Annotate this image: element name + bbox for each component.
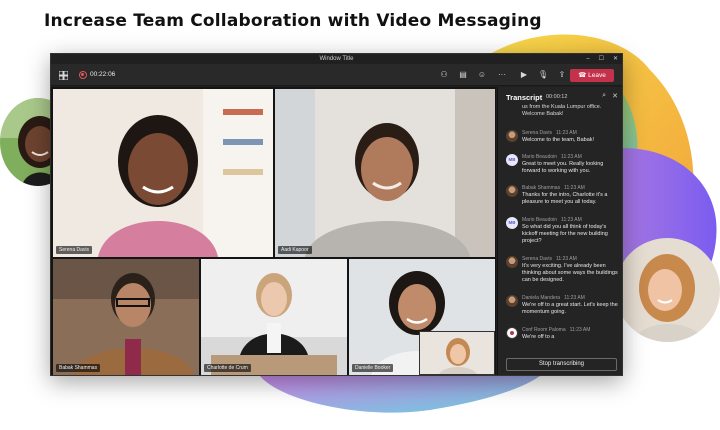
speaker-name: Babak Shammas	[522, 185, 561, 191]
floating-avatar-right	[615, 238, 720, 342]
speaker-avatar	[506, 295, 518, 307]
speaker-avatar	[506, 185, 518, 197]
close-window-button[interactable]: ✕	[613, 54, 618, 64]
speaker-avatar: MB	[506, 217, 518, 229]
more-icon[interactable]: ···	[497, 70, 507, 80]
entry-time: 11:23 AM	[564, 185, 585, 191]
video-grid: Serena Davis Aadi Kapoor Babak Shammas C…	[51, 87, 496, 375]
entry-text: It's very exciting. I've already been th…	[522, 263, 618, 284]
transcript-title: Transcript	[506, 93, 543, 102]
share-icon[interactable]: ⇪	[557, 70, 567, 80]
participant-video	[53, 89, 273, 257]
reactions-icon[interactable]: ☺	[477, 70, 487, 80]
meeting-window: Window Title – ☐ ✕ 00:22:06 ⚇ ▤ ☺ ··· ▶ …	[50, 53, 623, 376]
entry-time: 11:23 AM	[569, 327, 591, 333]
entry-text: We're off to a	[522, 334, 555, 340]
leave-label: Leave	[588, 72, 606, 79]
speaker-name: Conf Room Paloma	[522, 327, 566, 333]
participant-name-tag: Danielle Booker	[352, 364, 394, 372]
speaker-name: Mario Beaudoin	[522, 154, 558, 160]
meeting-timer: 00:22:06	[90, 71, 116, 78]
search-icon[interactable]: ⌕	[602, 92, 606, 100]
page-headline: Increase Team Collaboration with Video M…	[44, 11, 542, 31]
people-icon[interactable]: ⚇	[439, 70, 449, 80]
video-tile-babak[interactable]: Babak Shammas	[53, 259, 199, 375]
entry-time: 11:23 AM	[561, 154, 582, 160]
window-titlebar: Window Title – ☐ ✕	[51, 54, 622, 64]
self-view-video	[420, 332, 494, 374]
transcript-first-line: us from the Kuala Lumpur office. Welcome…	[522, 104, 602, 117]
participant-name-tag: Babak Shammas	[56, 364, 101, 372]
mic-icon[interactable]: 🎙	[538, 70, 548, 80]
participant-name-tag: Aadi Kapoor	[278, 246, 312, 254]
participant-name-tag: Serena Davis	[56, 246, 93, 254]
phone-hangup-icon: ☎	[578, 72, 589, 79]
entry-text: We're off to a great start. Let's keep t…	[522, 302, 618, 316]
entry-time: 11:23 AM	[556, 130, 577, 136]
participant-name-tag: Charlotte de Crum	[204, 364, 251, 372]
minimize-button[interactable]: –	[586, 54, 589, 64]
video-tile-serena[interactable]: Serena Davis	[53, 89, 273, 257]
speaker-name: Serena Davis	[522, 256, 553, 262]
promo-canvas: Increase Team Collaboration with Video M…	[0, 0, 720, 430]
speaker-avatar	[506, 327, 518, 339]
leave-button[interactable]: ☎ Leave	[570, 69, 614, 82]
entry-time: 11:23 AM	[561, 217, 582, 223]
maximize-button[interactable]: ☐	[599, 54, 604, 64]
self-view-preview[interactable]	[419, 331, 495, 375]
video-tile-charlotte[interactable]: Charlotte de Crum	[201, 259, 347, 375]
participant-video	[275, 89, 495, 257]
camera-icon[interactable]: ▶	[519, 70, 529, 80]
layout-grid-icon[interactable]	[59, 71, 68, 80]
participant-video	[201, 259, 347, 375]
speaker-name: Mario Beaudoin	[522, 217, 558, 223]
speaker-avatar: MB	[506, 154, 518, 166]
window-title: Window Title	[319, 56, 354, 62]
recording-icon	[79, 71, 87, 79]
speaker-avatar	[506, 256, 518, 268]
meeting-toolbar: 00:22:06 ⚇ ▤ ☺ ··· ▶ 🎙 ⇪ ☎ Leave	[51, 64, 622, 86]
entry-time: 11:23 AM	[556, 256, 577, 262]
video-tile-aadi[interactable]: Aadi Kapoor	[275, 89, 495, 257]
entry-text: Thanks for the intro, Charlotte it's a p…	[522, 192, 608, 206]
entry-text: Great to meet you. Really looking forwar…	[522, 161, 604, 175]
speaker-name: Serena Davis	[522, 130, 553, 136]
entry-text: So what did you all think of today's kic…	[522, 224, 608, 245]
stop-transcribing-button[interactable]: Stop transcribing	[506, 358, 617, 371]
transcript-time: 00:00:12	[546, 94, 568, 100]
video-tile-danielle[interactable]: Danielle Booker	[349, 259, 495, 375]
close-icon[interactable]: ✕	[612, 92, 618, 100]
chat-icon[interactable]: ▤	[458, 70, 468, 80]
entry-text: Welcome to the team, Babak!	[522, 137, 595, 143]
speaker-avatar	[506, 130, 518, 142]
person-photo-right	[615, 238, 720, 342]
speaker-name: Daniela Mandera	[522, 295, 561, 301]
participant-video	[53, 259, 199, 375]
transcript-panel: Transcript 00:00:12 ⌕ ✕ us from the Kual…	[497, 87, 622, 375]
entry-time: 11:23 AM	[564, 295, 585, 301]
